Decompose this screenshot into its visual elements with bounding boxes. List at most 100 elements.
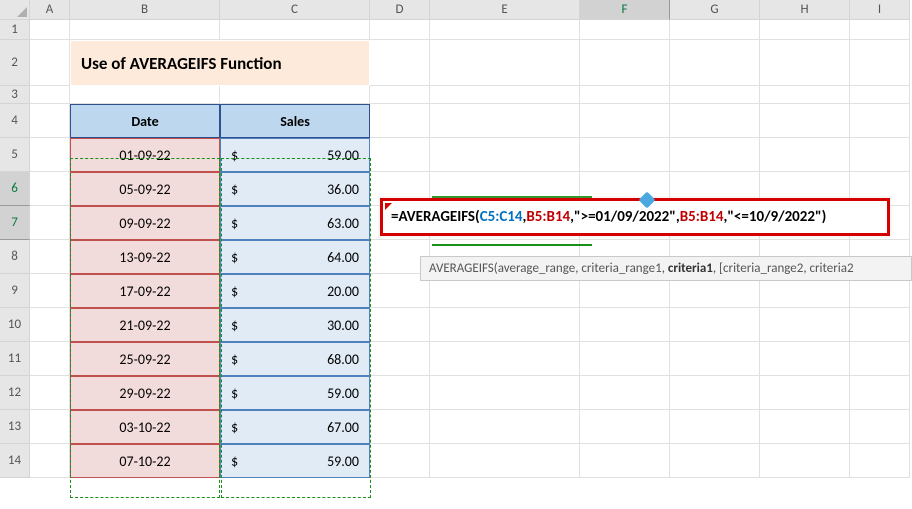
- cell-I11[interactable]: [850, 342, 910, 376]
- cell-A9[interactable]: [30, 274, 70, 308]
- cell-D3[interactable]: [370, 86, 430, 104]
- cell-D2[interactable]: [370, 40, 430, 86]
- cell-B11[interactable]: 25-09-22: [70, 342, 220, 376]
- cell-I4[interactable]: [850, 104, 910, 138]
- cell-A8[interactable]: [30, 240, 70, 274]
- row-header-1[interactable]: 1: [0, 20, 30, 40]
- cell-D4[interactable]: [370, 104, 430, 138]
- cell-G13[interactable]: [670, 410, 760, 444]
- cell-D14[interactable]: [370, 444, 430, 478]
- cell-F2[interactable]: [580, 40, 670, 86]
- cell-E4[interactable]: [430, 104, 580, 138]
- cell-C6[interactable]: $36.00: [220, 172, 370, 206]
- col-header-g[interactable]: G: [670, 0, 760, 20]
- cell-F5[interactable]: [580, 138, 670, 172]
- cell-F1[interactable]: [580, 20, 670, 40]
- cell-E1[interactable]: [430, 20, 580, 40]
- cell-C4[interactable]: Sales: [220, 104, 370, 138]
- cell-G10[interactable]: [670, 308, 760, 342]
- cell-A14[interactable]: [30, 444, 70, 478]
- cell-I5[interactable]: [850, 138, 910, 172]
- cell-D11[interactable]: [370, 342, 430, 376]
- cell-E11[interactable]: [430, 342, 580, 376]
- col-header-d[interactable]: D: [370, 0, 430, 20]
- cell-B9[interactable]: 17-09-22: [70, 274, 220, 308]
- cell-G5[interactable]: [670, 138, 760, 172]
- row-header-11[interactable]: 11: [0, 342, 30, 376]
- cell-E12[interactable]: [430, 376, 580, 410]
- cell-I10[interactable]: [850, 308, 910, 342]
- cell-I2[interactable]: [850, 40, 910, 86]
- cell-A7[interactable]: [30, 206, 70, 240]
- col-header-i[interactable]: I: [850, 0, 910, 20]
- cell-A10[interactable]: [30, 308, 70, 342]
- cell-C5[interactable]: $59.00: [220, 138, 370, 172]
- cell-H12[interactable]: [760, 376, 850, 410]
- function-tooltip[interactable]: AVERAGEIFS(average_range, criteria_range…: [420, 256, 912, 281]
- cell-A6[interactable]: [30, 172, 70, 206]
- cell-E13[interactable]: [430, 410, 580, 444]
- row-header-12[interactable]: 12: [0, 376, 30, 410]
- row-header-10[interactable]: 10: [0, 308, 30, 342]
- cell-H11[interactable]: [760, 342, 850, 376]
- cell-F10[interactable]: [580, 308, 670, 342]
- col-header-b[interactable]: B: [70, 0, 220, 20]
- row-header-6[interactable]: 6: [0, 172, 30, 206]
- row-header-9[interactable]: 9: [0, 274, 30, 308]
- col-header-h[interactable]: H: [760, 0, 850, 20]
- col-header-a[interactable]: A: [30, 0, 70, 20]
- cell-A2[interactable]: [30, 40, 70, 86]
- cell-C8[interactable]: $64.00: [220, 240, 370, 274]
- cell-F14[interactable]: [580, 444, 670, 478]
- row-header-8[interactable]: 8: [0, 240, 30, 274]
- cell-D10[interactable]: [370, 308, 430, 342]
- cell-G1[interactable]: [670, 20, 760, 40]
- cell-B2[interactable]: Use of AVERAGEIFS Function: [70, 40, 370, 86]
- cell-E3[interactable]: [430, 86, 580, 104]
- cell-G11[interactable]: [670, 342, 760, 376]
- cell-A1[interactable]: [30, 20, 70, 40]
- cell-H1[interactable]: [760, 20, 850, 40]
- cell-B1[interactable]: [70, 20, 220, 40]
- cell-I1[interactable]: [850, 20, 910, 40]
- cell-G4[interactable]: [670, 104, 760, 138]
- cell-A4[interactable]: [30, 104, 70, 138]
- cell-C1[interactable]: [220, 20, 370, 40]
- cell-H2[interactable]: [760, 40, 850, 86]
- cell-F12[interactable]: [580, 376, 670, 410]
- cell-H10[interactable]: [760, 308, 850, 342]
- cell-E2[interactable]: [430, 40, 580, 86]
- cell-B3[interactable]: [70, 86, 220, 104]
- cell-F3[interactable]: [580, 86, 670, 104]
- cell-I3[interactable]: [850, 86, 910, 104]
- cell-G3[interactable]: [670, 86, 760, 104]
- cell-F11[interactable]: [580, 342, 670, 376]
- row-header-2[interactable]: 2: [0, 40, 30, 86]
- cell-C7[interactable]: $63.00: [220, 206, 370, 240]
- cell-C11[interactable]: $68.00: [220, 342, 370, 376]
- cell-B5[interactable]: 01-09-22: [70, 138, 220, 172]
- cell-H4[interactable]: [760, 104, 850, 138]
- spreadsheet-grid[interactable]: ABCDEFGHI12Use of AVERAGEIFS Function34D…: [0, 0, 912, 478]
- select-all-corner[interactable]: [0, 0, 30, 20]
- col-header-e[interactable]: E: [430, 0, 580, 20]
- row-header-3[interactable]: 3: [0, 86, 30, 104]
- row-header-5[interactable]: 5: [0, 138, 30, 172]
- col-header-f[interactable]: F: [580, 0, 670, 20]
- cell-B6[interactable]: 05-09-22: [70, 172, 220, 206]
- cell-C12[interactable]: $59.00: [220, 376, 370, 410]
- row-header-7[interactable]: 7: [0, 206, 30, 240]
- cell-G12[interactable]: [670, 376, 760, 410]
- cell-H3[interactable]: [760, 86, 850, 104]
- cell-F4[interactable]: [580, 104, 670, 138]
- cell-H5[interactable]: [760, 138, 850, 172]
- cell-D13[interactable]: [370, 410, 430, 444]
- cell-H13[interactable]: [760, 410, 850, 444]
- cell-A12[interactable]: [30, 376, 70, 410]
- cell-E5[interactable]: [430, 138, 580, 172]
- cell-B14[interactable]: 07-10-22: [70, 444, 220, 478]
- cell-B8[interactable]: 13-09-22: [70, 240, 220, 274]
- cell-B4[interactable]: Date: [70, 104, 220, 138]
- cell-A11[interactable]: [30, 342, 70, 376]
- cell-D5[interactable]: [370, 138, 430, 172]
